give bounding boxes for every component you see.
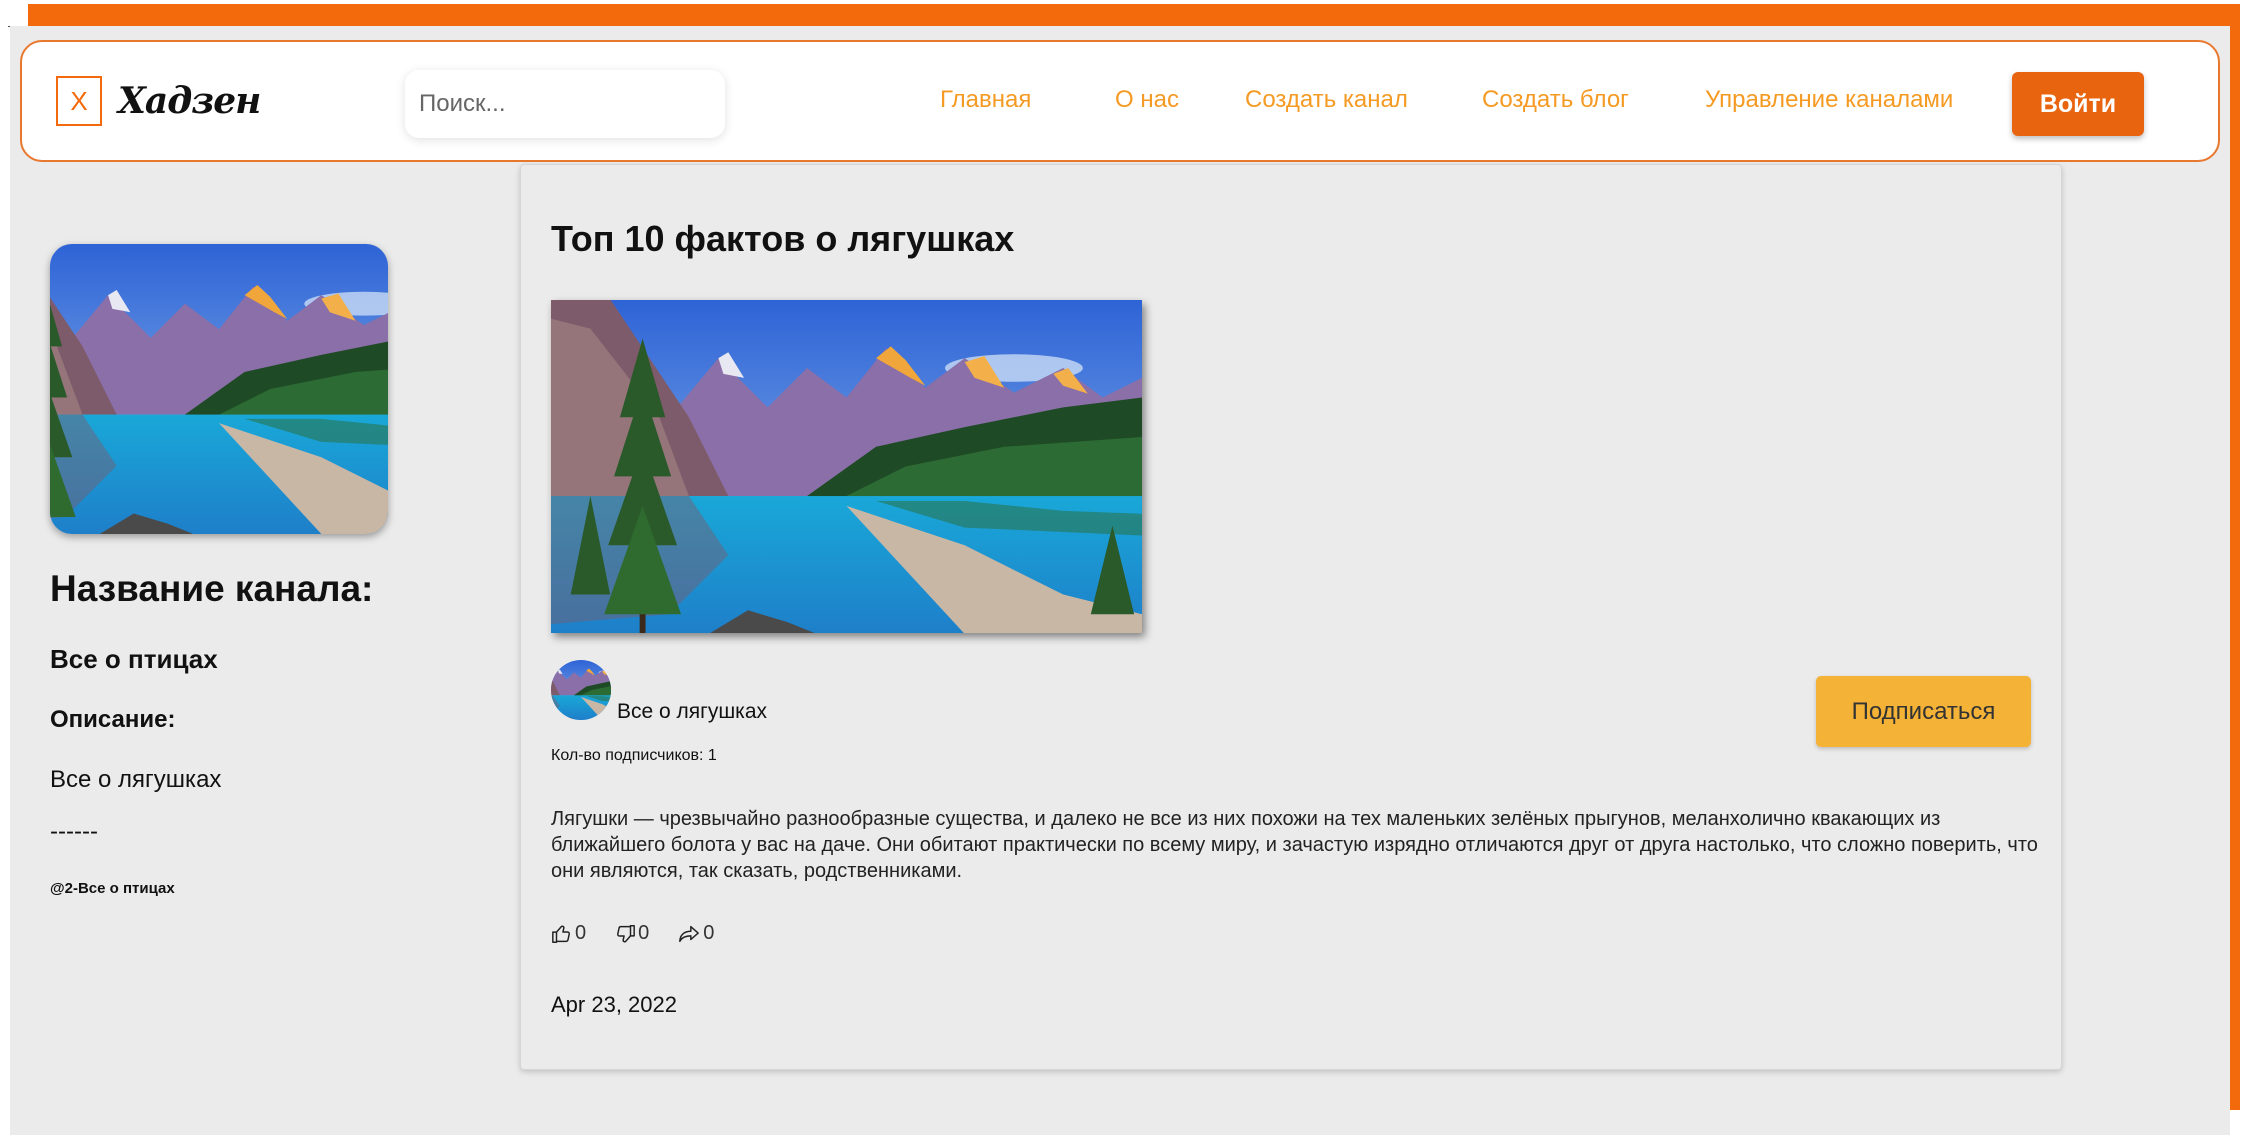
subscriber-count: Кол-во подписчиков: 1 xyxy=(551,747,717,764)
subscribe-button[interactable]: Подписаться xyxy=(1816,676,2031,747)
channel-handle: @2-Все о птицах xyxy=(50,880,175,897)
logo-mark-icon: X xyxy=(56,76,102,126)
post-author[interactable]: Все о лягушках xyxy=(617,700,767,724)
nav-link-about[interactable]: О нас xyxy=(1115,86,1179,114)
reaction-bar: 0 0 0 xyxy=(551,922,742,945)
nav-link-manage-channels[interactable]: Управление каналами xyxy=(1705,86,1953,114)
top-navbar: X Хадзен Главная О нас Создать канал Соз… xyxy=(20,40,2220,162)
description-label: Описание: xyxy=(50,706,176,733)
post-date: Apr 23, 2022 xyxy=(551,992,677,1017)
window-top-border xyxy=(28,4,2233,26)
channel-name: Все о птицах xyxy=(50,644,218,674)
separator: ------ xyxy=(50,818,98,845)
share-count: 0 xyxy=(703,922,715,944)
nav-link-home[interactable]: Главная xyxy=(940,86,1031,114)
thumbs-down-icon xyxy=(617,925,636,943)
channel-description: Все о лягушках xyxy=(50,766,222,793)
channel-image xyxy=(50,244,388,534)
logo-text: Хадзен xyxy=(118,80,261,122)
channel-name-heading: Название канала: xyxy=(50,568,374,609)
login-button[interactable]: Войти xyxy=(2012,72,2144,136)
share-icon xyxy=(679,925,700,943)
nav-link-create-channel[interactable]: Создать канал xyxy=(1245,86,1408,114)
site-logo[interactable]: X Хадзен xyxy=(56,76,261,126)
post-image xyxy=(551,300,1142,633)
thumbs-up-icon xyxy=(552,925,570,943)
search-input[interactable] xyxy=(405,70,725,138)
like-button[interactable]: 0 xyxy=(551,922,586,945)
avatar[interactable] xyxy=(551,660,611,720)
dislike-button[interactable]: 0 xyxy=(614,922,649,945)
share-button[interactable]: 0 xyxy=(677,922,714,945)
post-body: Лягушки — чрезвычайно разнообразные суще… xyxy=(551,808,2038,882)
nav-link-create-blog[interactable]: Создать блог xyxy=(1482,86,1629,114)
window-right-border xyxy=(2230,4,2240,1110)
like-count: 0 xyxy=(575,922,587,944)
post-title: Топ 10 фактов о лягушках xyxy=(551,218,1015,259)
dislike-count: 0 xyxy=(638,922,650,944)
